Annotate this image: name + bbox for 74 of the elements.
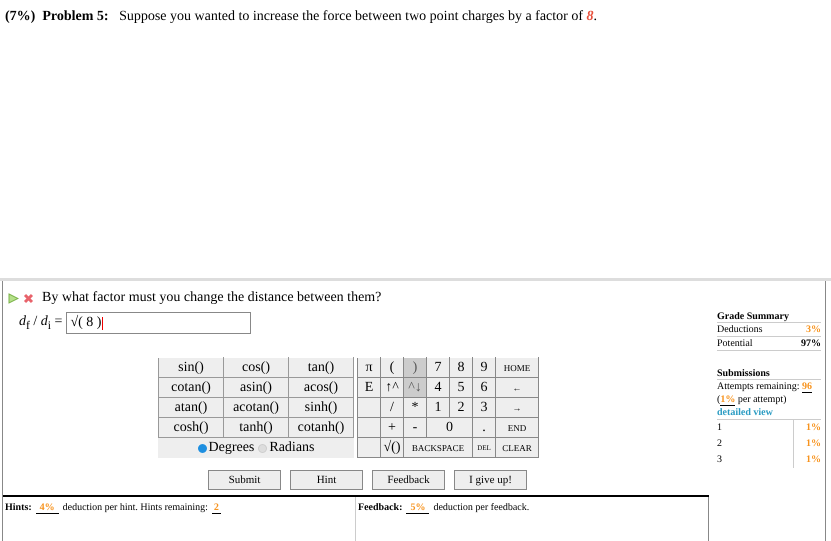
per-attempt-text: per attempt)	[738, 394, 786, 405]
keypad-key[interactable]: π	[358, 358, 380, 378]
attempt-deduction: 1%	[720, 394, 736, 406]
keypad-key[interactable]: 9	[472, 358, 496, 378]
action-button[interactable]: I give up!	[454, 470, 527, 490]
problem-statement: (7%) Problem 5: Suppose you wanted to increase the force between two point charges by a factor of 8.	[4, 8, 598, 25]
keypad-key[interactable]: (	[380, 358, 404, 378]
keypad-key[interactable]: 7	[426, 358, 450, 378]
keypad-key[interactable]: *	[404, 398, 426, 418]
paren: (	[717, 394, 720, 405]
keypad-key[interactable]: BACKSPACE	[404, 438, 472, 458]
function-key[interactable]: sinh()	[288, 398, 354, 418]
summary-label: Potential	[717, 337, 753, 350]
function-key[interactable]: atan()	[158, 398, 224, 418]
function-key[interactable]: tan()	[288, 358, 354, 378]
summary-title: Grade Summary	[717, 311, 821, 323]
submission-number: 2	[717, 437, 722, 451]
summary-label: Deductions	[717, 323, 763, 336]
cross-icon	[23, 292, 34, 304]
action-button[interactable]: Hint	[290, 470, 363, 490]
answer-field[interactable]: √( 8 )	[66, 312, 252, 334]
attempts-count: 96	[802, 381, 812, 393]
keypad-key[interactable]: END	[496, 418, 538, 438]
attempts-label: Attempts remaining:	[717, 381, 800, 392]
function-key[interactable]: sin()	[158, 358, 224, 378]
feedback-label: Feedback:	[358, 502, 402, 513]
feedback-text: deduction per feedback.	[433, 502, 530, 513]
submission-deduction: 1%	[793, 420, 821, 436]
submissions-title: Submissions	[717, 368, 821, 380]
keypad-key[interactable]: →	[496, 398, 538, 418]
keypad-key[interactable]: 3	[472, 398, 496, 418]
keypad-key[interactable]: 5	[450, 378, 472, 398]
summary-value: 97%	[801, 337, 821, 350]
summary-value: 3%	[806, 323, 821, 336]
keypad-key[interactable]: CLEAR	[496, 438, 538, 458]
function-key[interactable]: cos()	[224, 358, 288, 378]
action-button[interactable]: Submit	[208, 470, 281, 490]
submission-number: 3	[717, 453, 722, 467]
submission-deduction: 1%	[793, 436, 821, 452]
variable-label: d$_{f}$ / d$_{i}$ =	[19, 314, 62, 332]
keypad-key[interactable]: 8	[450, 358, 472, 378]
keypad-key[interactable]: /	[380, 398, 404, 418]
keypad-key[interactable]: 6	[472, 378, 496, 398]
hint-deduction: 4%	[36, 502, 59, 514]
function-key[interactable]: acotan()	[224, 398, 288, 418]
function-key[interactable]: acos()	[288, 378, 354, 398]
function-key[interactable]: tanh()	[224, 418, 288, 438]
keypad-key[interactable]: 1	[426, 398, 450, 418]
angle-radio[interactable]: Degrees	[198, 440, 254, 456]
submission-number: 1	[717, 421, 722, 435]
keypad-key[interactable]: -	[404, 418, 426, 438]
play-icon[interactable]	[8, 292, 19, 304]
keypad-key[interactable]: E	[358, 378, 380, 398]
function-key[interactable]: asin()	[224, 378, 288, 398]
angle-radio[interactable]: Radians	[258, 440, 314, 456]
action-button[interactable]: Feedback	[372, 470, 445, 490]
submission-deduction: 1%	[793, 452, 821, 468]
keypad-key[interactable]: 0	[426, 418, 472, 438]
keypad-key[interactable]: √()	[380, 438, 404, 458]
keypad-key[interactable]: 4	[426, 378, 450, 398]
feedback-deduction: 5%	[406, 502, 430, 514]
keypad-key[interactable]: HOME	[496, 358, 538, 378]
keypad-key[interactable]: 2	[450, 398, 472, 418]
question-text: By what factor must you change the distance between them?	[42, 290, 382, 306]
keypad-key[interactable]: ↑^	[380, 378, 404, 398]
keypad-key[interactable]: +	[380, 418, 404, 438]
function-key[interactable]: cotanh()	[288, 418, 354, 438]
hints-label: Hints:	[5, 502, 32, 513]
keypad-key[interactable]: ←	[496, 378, 538, 398]
hint-text: deduction per hint. Hints remaining:	[62, 502, 208, 513]
keypad-key[interactable]: .	[472, 418, 496, 438]
hints-remaining: 2	[212, 502, 221, 514]
function-key[interactable]: cotan()	[158, 378, 224, 398]
function-key[interactable]: cosh()	[158, 418, 224, 438]
